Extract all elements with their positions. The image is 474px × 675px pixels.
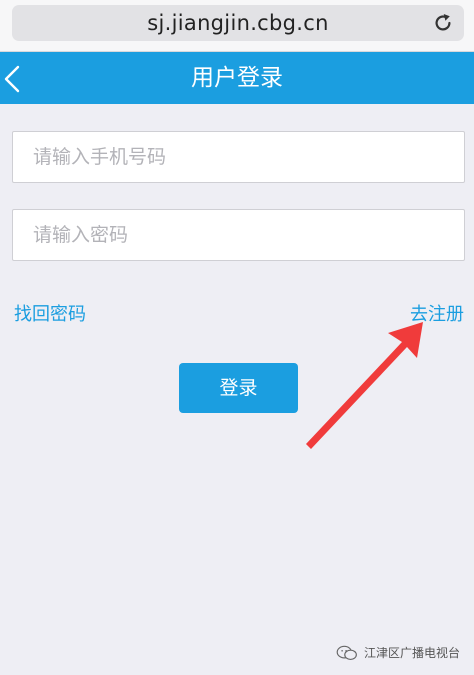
phone-field-container [12,131,465,183]
password-field-container [12,209,465,261]
forgot-password-link[interactable]: 找回密码 [14,300,86,326]
login-button[interactable]: 登录 [179,363,298,413]
browser-address-bar: sj.jiangjin.cbg.cn [0,0,474,52]
page-title: 用户登录 [191,65,283,91]
watermark: 江津区广播电视台 [336,644,460,661]
phone-input[interactable] [13,132,464,182]
annotation-arrow-icon [306,322,423,449]
wechat-icon [336,645,357,660]
password-input[interactable] [13,210,464,260]
url-field[interactable]: sj.jiangjin.cbg.cn [12,5,464,41]
nav-bar: 用户登录 [0,52,474,104]
watermark-text: 江津区广播电视台 [363,646,460,660]
url-text: sj.jiangjin.cbg.cn [147,11,329,35]
reload-icon[interactable] [432,12,454,34]
